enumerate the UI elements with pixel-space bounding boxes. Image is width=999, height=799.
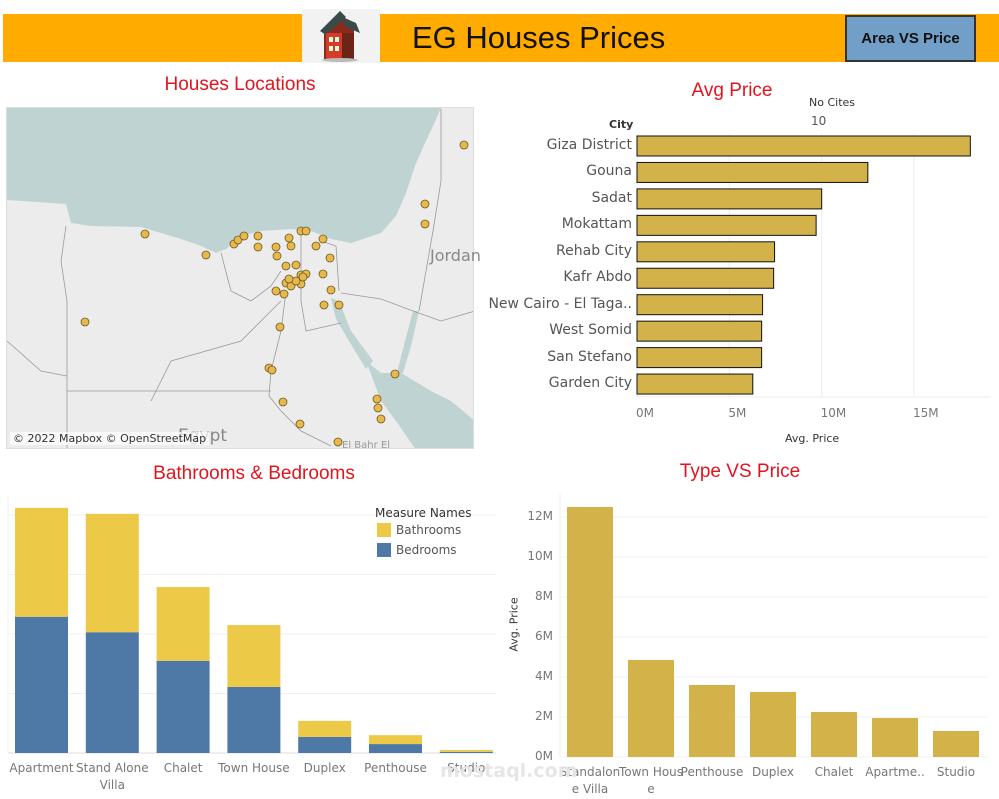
type-label: Apartme.. [865,765,925,779]
bar-standalone-villa[interactable] [567,507,613,757]
y-tick-label: 4M [535,669,553,683]
bar-studio[interactable] [933,731,979,757]
y-tick-label: 10M [527,549,553,563]
watermark: mostaql.com [440,760,578,782]
bar-duplex[interactable] [750,692,796,757]
y-tick-label: 12M [527,509,553,523]
type-label: Chalet [814,765,854,779]
type-label: Duplex [751,765,795,779]
bar-apartme-[interactable] [872,718,918,757]
y-tick-label: 6M [535,629,553,643]
type-label: Studio [936,765,976,779]
bar-town-house[interactable] [628,660,674,757]
type-price-y-title: Avg. Price [507,597,521,652]
bar-penthouse[interactable] [689,685,735,757]
type-label: Penthouse [680,765,744,779]
y-tick-label: 8M [535,589,553,603]
y-tick-label: 2M [535,709,553,723]
bar-chalet[interactable] [811,712,857,757]
type-label: Town House [618,765,684,796]
type-price-chart [559,494,987,758]
